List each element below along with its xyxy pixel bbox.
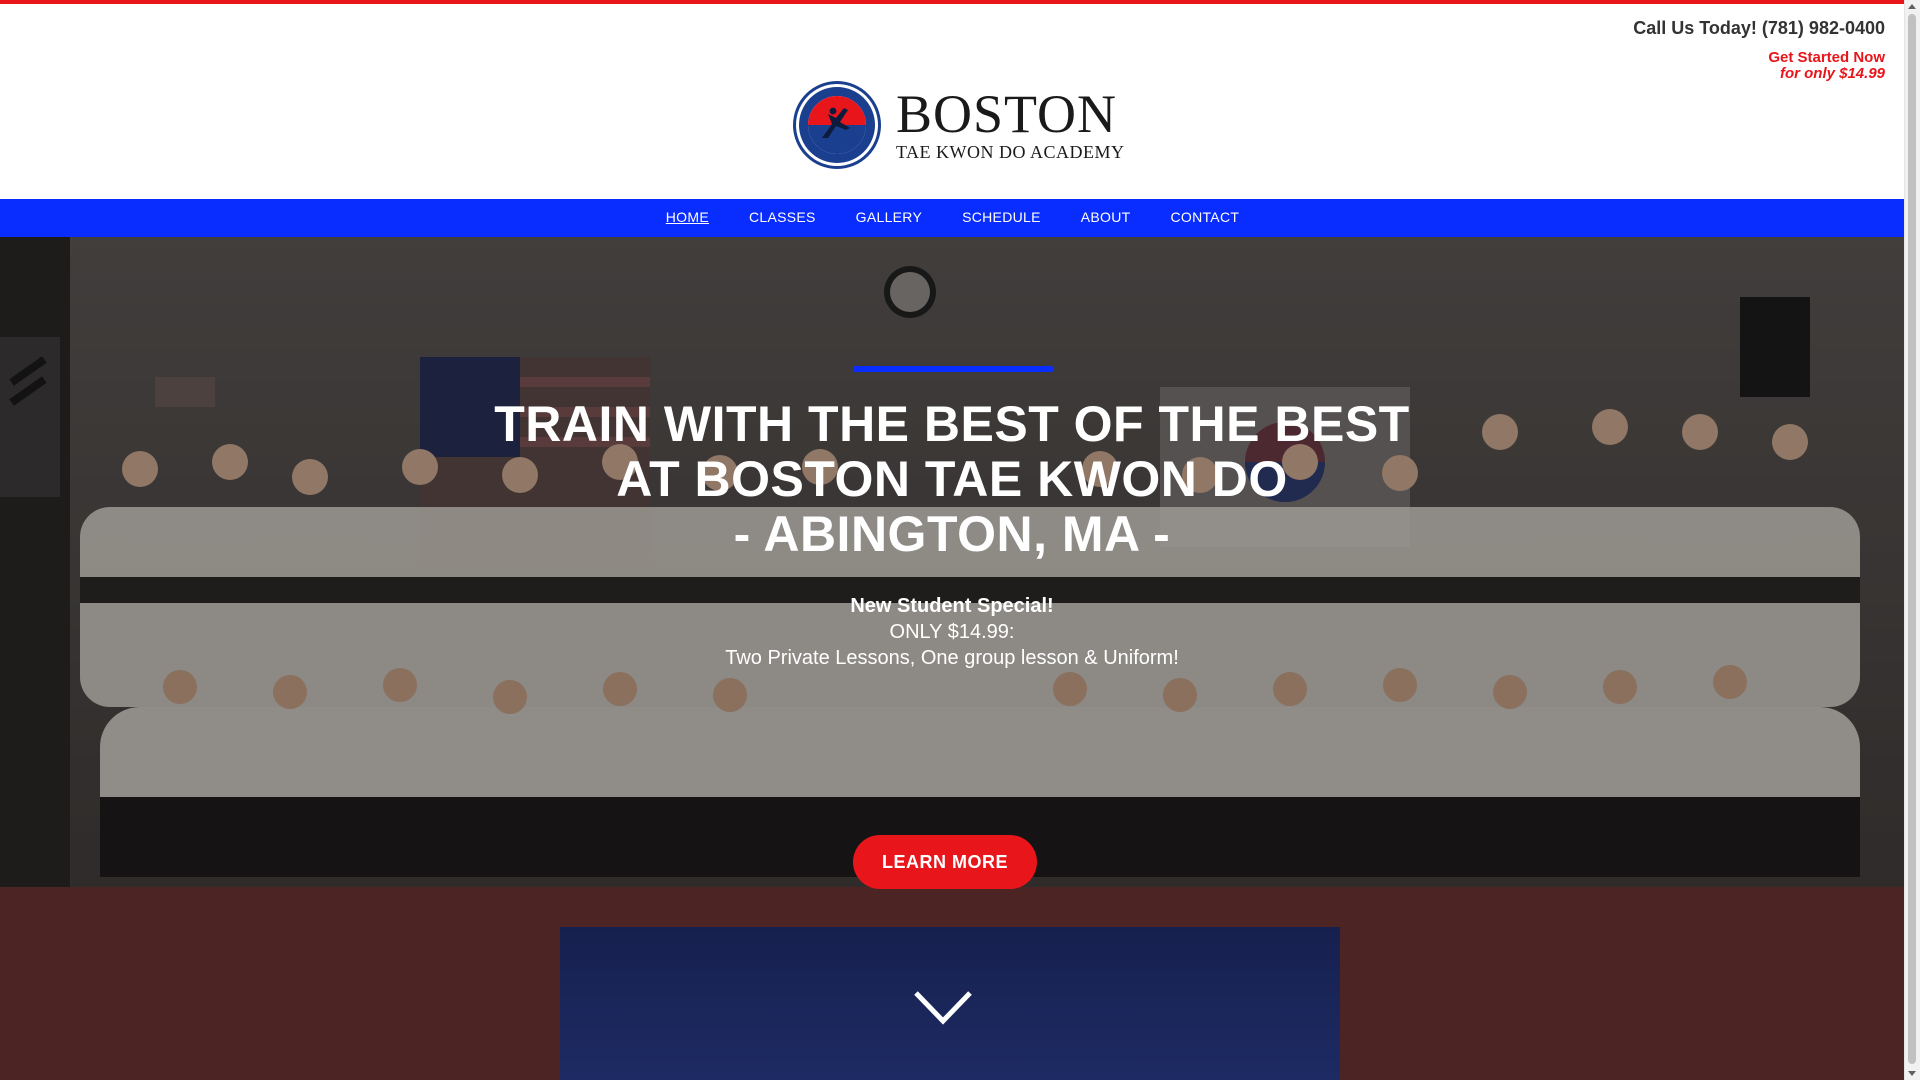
scrollbar-thumb[interactable] [1908,14,1916,1064]
page-scrollbar[interactable] [1904,0,1920,1080]
learn-more-button[interactable]: LEARN MORE [853,835,1037,889]
logo-title: BOSTON [896,84,1118,144]
nav-item-schedule[interactable]: SCHEDULE [962,209,1041,225]
offer-details: Two Private Lessons, One group lesson & … [725,647,1179,669]
scroll-down-arrow-icon[interactable] [1908,1071,1916,1076]
site-header: Call Us Today! (781) 982-0400 Get Starte… [0,4,1905,199]
logo-subtitle: TAE KWON DO ACADEMY [896,142,1125,162]
get-started-promo-link[interactable]: Get Started Now for only $14.99 [1768,50,1885,82]
nav-item-home[interactable]: HOME [666,209,709,225]
headline-line-2: AT BOSTON TAE KWON DO [616,451,1288,507]
promo-line-2: for only $14.99 [1779,65,1885,82]
nav-item-gallery[interactable]: GALLERY [856,209,922,225]
call-us-link[interactable]: Call Us Today! (781) 982-0400 [1633,18,1885,39]
new-student-offer: New Student Special! ONLY $14.99: Two Pr… [552,593,1352,671]
nav-item-contact[interactable]: CONTACT [1170,209,1239,225]
taekwondo-seal-icon [793,81,881,169]
headline-line-1: TRAIN WITH THE BEST OF THE BEST [494,396,1410,452]
nav-item-classes[interactable]: CLASSES [749,209,816,225]
offer-title: New Student Special! [850,595,1054,617]
site-logo[interactable]: BOSTON TAE KWON DO ACADEMY [792,80,1125,170]
scroll-up-arrow-icon[interactable] [1908,4,1916,9]
nav-item-about[interactable]: ABOUT [1081,209,1131,225]
promo-line-1: Get Started Now [1768,49,1885,66]
hero-headline: TRAIN WITH THE BEST OF THE BEST AT BOSTO… [452,397,1452,562]
main-navigation: HOME CLASSES GALLERY SCHEDULE ABOUT CONT… [0,199,1905,237]
hero-section: TRAIN WITH THE BEST OF THE BEST AT BOSTO… [0,237,1905,1080]
offer-price: ONLY $14.99: [889,621,1015,643]
headline-line-3: - ABINGTON, MA - [733,506,1171,562]
headline-accent-bar [853,366,1053,372]
chevron-down-icon[interactable] [913,989,973,1025]
